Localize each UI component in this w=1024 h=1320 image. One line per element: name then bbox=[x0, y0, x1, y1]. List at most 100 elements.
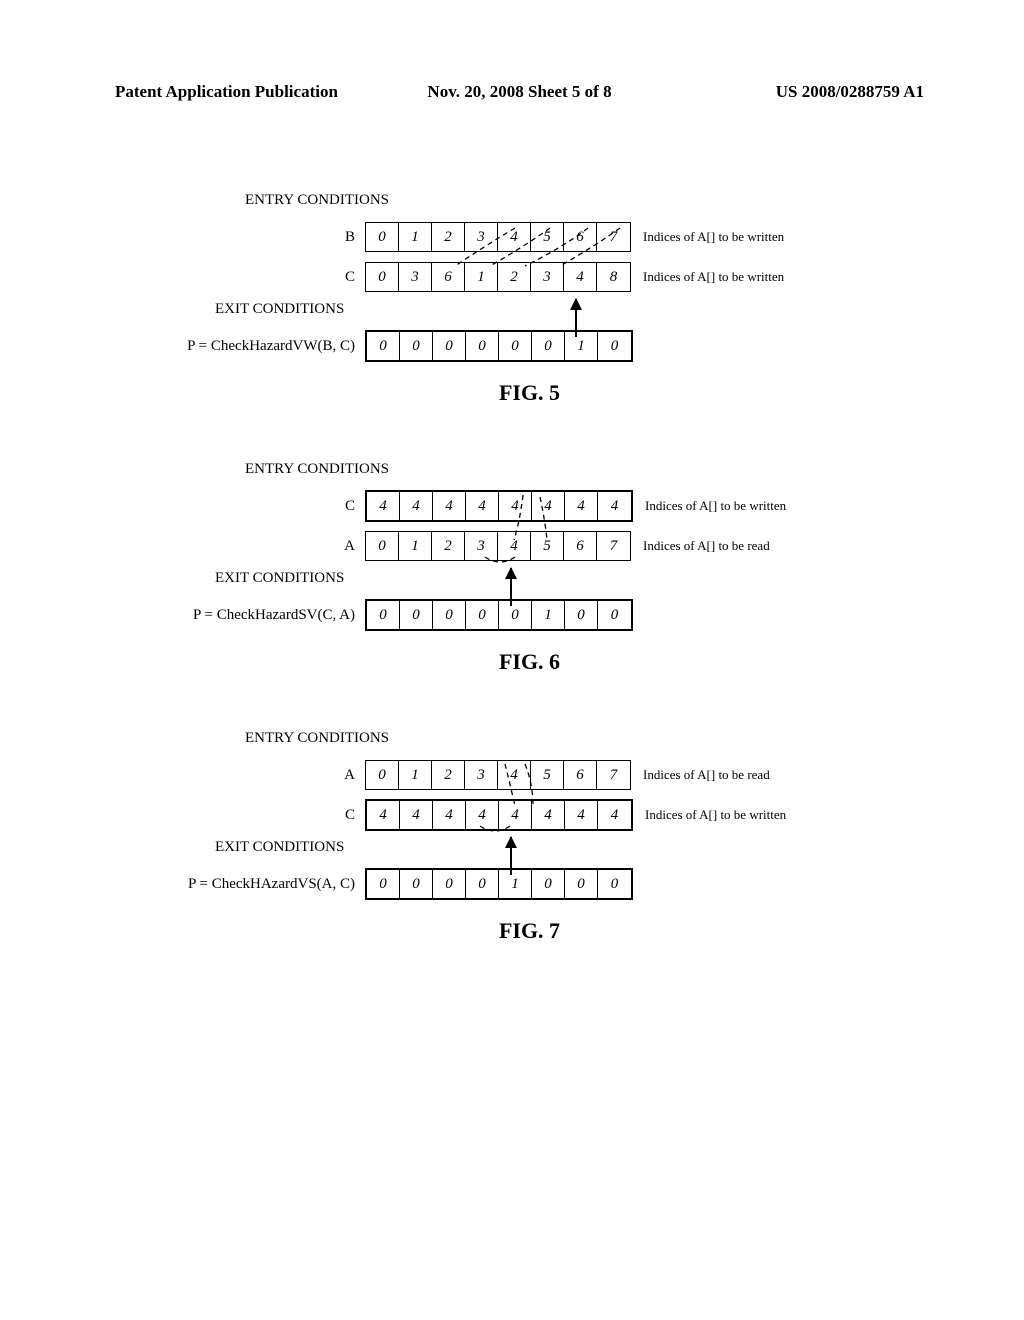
entry-conditions-label: ENTRY CONDITIONS bbox=[245, 192, 924, 209]
row-c: C 0 3 6 1 2 3 4 8 Indices of A[] to be w… bbox=[115, 259, 924, 295]
cell: 6 bbox=[564, 223, 597, 251]
cell: 1 bbox=[399, 761, 432, 789]
figure-caption: FIG. 7 bbox=[135, 918, 924, 944]
arrow-icon bbox=[575, 299, 924, 339]
patent-page: Patent Application Publication Nov. 20, … bbox=[0, 0, 1024, 1320]
cell: 4 bbox=[598, 492, 631, 520]
cell: 0 bbox=[466, 870, 499, 898]
row-c-cells: 0 3 6 1 2 3 4 8 bbox=[365, 262, 631, 292]
cell: 0 bbox=[433, 870, 466, 898]
cell: 4 bbox=[466, 492, 499, 520]
cell: 3 bbox=[465, 532, 498, 560]
cell: 0 bbox=[532, 332, 565, 360]
row-a-label: A bbox=[115, 538, 365, 555]
cell: 0 bbox=[367, 870, 400, 898]
cell: 0 bbox=[366, 263, 399, 291]
figure-caption: FIG. 5 bbox=[135, 380, 924, 406]
entry-conditions-label: ENTRY CONDITIONS bbox=[245, 730, 924, 747]
cell: 4 bbox=[498, 532, 531, 560]
header-mid: Nov. 20, 2008 Sheet 5 of 8 bbox=[385, 82, 655, 102]
cell: 4 bbox=[532, 801, 565, 829]
cell: 4 bbox=[565, 492, 598, 520]
cell: 4 bbox=[466, 801, 499, 829]
row-a: A 0 1 2 3 4 5 6 7 Indices of A[] to be r… bbox=[115, 757, 924, 793]
header-right: US 2008/0288759 A1 bbox=[654, 82, 924, 102]
row-b-label: B bbox=[115, 229, 365, 246]
figure-7: ENTRY CONDITIONS A 0 1 2 3 4 5 6 7 Indic… bbox=[115, 730, 924, 944]
cell: 0 bbox=[400, 870, 433, 898]
cell: 0 bbox=[433, 601, 466, 629]
cell: 0 bbox=[367, 601, 400, 629]
cell: 0 bbox=[433, 332, 466, 360]
cell: 6 bbox=[432, 263, 465, 291]
figure-6: ENTRY CONDITIONS C 4 4 4 4 4 4 4 4 Indic… bbox=[115, 461, 924, 675]
cell: 2 bbox=[432, 532, 465, 560]
cell: 0 bbox=[499, 332, 532, 360]
cell: 6 bbox=[564, 761, 597, 789]
page-header: Patent Application Publication Nov. 20, … bbox=[115, 82, 924, 102]
cell: 4 bbox=[532, 492, 565, 520]
cell: 4 bbox=[598, 801, 631, 829]
cell: 4 bbox=[433, 801, 466, 829]
row-a-cells: 0 1 2 3 4 5 6 7 bbox=[365, 760, 631, 790]
row-c-label: C bbox=[115, 269, 365, 286]
cell: 7 bbox=[597, 532, 630, 560]
row-a-note: Indices of A[] to be read bbox=[643, 538, 770, 554]
cell: 5 bbox=[531, 761, 564, 789]
cell: 4 bbox=[367, 801, 400, 829]
row-a-note: Indices of A[] to be read bbox=[643, 767, 770, 783]
cell: 1 bbox=[399, 223, 432, 251]
entry-conditions-label: ENTRY CONDITIONS bbox=[245, 461, 924, 478]
row-c-cells: 4 4 4 4 4 4 4 4 bbox=[365, 490, 633, 522]
cell: 1 bbox=[465, 263, 498, 291]
cell: 4 bbox=[564, 263, 597, 291]
row-b-cells: 0 1 2 3 4 5 6 7 bbox=[365, 222, 631, 252]
cell: 4 bbox=[498, 223, 531, 251]
cell: 5 bbox=[531, 532, 564, 560]
cell: 0 bbox=[400, 601, 433, 629]
cell: 3 bbox=[465, 761, 498, 789]
row-a-label: A bbox=[115, 767, 365, 784]
figure-caption: FIG. 6 bbox=[135, 649, 924, 675]
cell: 4 bbox=[499, 801, 532, 829]
row-c: C 4 4 4 4 4 4 4 4 Indices of A[] to be w… bbox=[115, 488, 924, 524]
row-b-note: Indices of A[] to be written bbox=[643, 229, 784, 245]
row-c-note: Indices of A[] to be written bbox=[643, 269, 784, 285]
row-p-label: P = CheckHAzardVS(A, C) bbox=[115, 876, 365, 893]
figure-5: ENTRY CONDITIONS B 0 1 2 3 4 5 6 7 Indic… bbox=[115, 192, 924, 406]
row-p-label: P = CheckHazardVW(B, C) bbox=[115, 338, 365, 355]
cell: 0 bbox=[366, 223, 399, 251]
cell: 2 bbox=[432, 223, 465, 251]
row-c-note: Indices of A[] to be written bbox=[645, 498, 786, 514]
cell: 3 bbox=[399, 263, 432, 291]
cell: 8 bbox=[597, 263, 630, 291]
cell: 0 bbox=[466, 332, 499, 360]
cell: 3 bbox=[531, 263, 564, 291]
row-c-note: Indices of A[] to be written bbox=[645, 807, 786, 823]
cell: 1 bbox=[399, 532, 432, 560]
arrow-icon bbox=[510, 568, 924, 608]
cell: 4 bbox=[499, 492, 532, 520]
row-c-cells: 4 4 4 4 4 4 4 4 bbox=[365, 799, 633, 831]
cell: 5 bbox=[531, 223, 564, 251]
header-left: Patent Application Publication bbox=[115, 82, 385, 102]
row-c-label: C bbox=[115, 807, 365, 824]
row-c: C 4 4 4 4 4 4 4 4 Indices of A[] to be w… bbox=[115, 797, 924, 833]
row-c-label: C bbox=[115, 498, 365, 515]
cell: 0 bbox=[400, 332, 433, 360]
cell: 0 bbox=[366, 532, 399, 560]
cell: 4 bbox=[400, 492, 433, 520]
row-a-cells: 0 1 2 3 4 5 6 7 bbox=[365, 531, 631, 561]
cell: 4 bbox=[498, 761, 531, 789]
cell: 7 bbox=[597, 223, 630, 251]
cell: 2 bbox=[432, 761, 465, 789]
arrow-icon bbox=[510, 837, 924, 877]
row-a: A 0 1 2 3 4 5 6 7 Indices of A[] to be r… bbox=[115, 528, 924, 564]
cell: 0 bbox=[466, 601, 499, 629]
row-b: B 0 1 2 3 4 5 6 7 Indices of A[] to be w… bbox=[115, 219, 924, 255]
cell: 2 bbox=[498, 263, 531, 291]
cell: 4 bbox=[565, 801, 598, 829]
cell: 0 bbox=[367, 332, 400, 360]
cell: 7 bbox=[597, 761, 630, 789]
cell: 3 bbox=[465, 223, 498, 251]
